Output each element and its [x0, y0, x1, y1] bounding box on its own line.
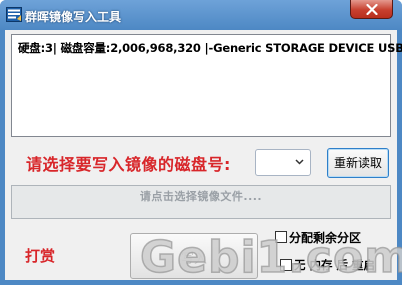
title-bar[interactable]: 群晖镜像写入工具 — [0, 0, 402, 30]
image-file-picker[interactable]: 请点击选择镜像文件.... — [11, 185, 391, 219]
image-file-placeholder: 请点击选择镜像文件.... — [139, 190, 263, 203]
disk-number-dropdown[interactable] — [255, 149, 311, 176]
close-button[interactable] — [350, 0, 393, 19]
reread-button[interactable]: 重新读取 — [327, 148, 389, 178]
window-title: 群晖镜像写入工具 — [25, 10, 122, 24]
chevron-down-icon — [295, 159, 304, 165]
watermark: Gebi1.com — [139, 231, 402, 284]
usb-writer-icon — [6, 7, 22, 22]
disk-select-label: 请选择要写入镜像的磁盘号: — [26, 155, 231, 174]
reward-link[interactable]: 打赏 — [25, 245, 55, 266]
close-icon — [366, 4, 378, 15]
device-list[interactable]: 硬盘:3| 磁盘容量:2,006,968,320 |-Generic STORA… — [11, 34, 402, 137]
list-item[interactable]: 硬盘:3| 磁盘容量:2,006,968,320 |-Generic STORA… — [18, 40, 402, 56]
